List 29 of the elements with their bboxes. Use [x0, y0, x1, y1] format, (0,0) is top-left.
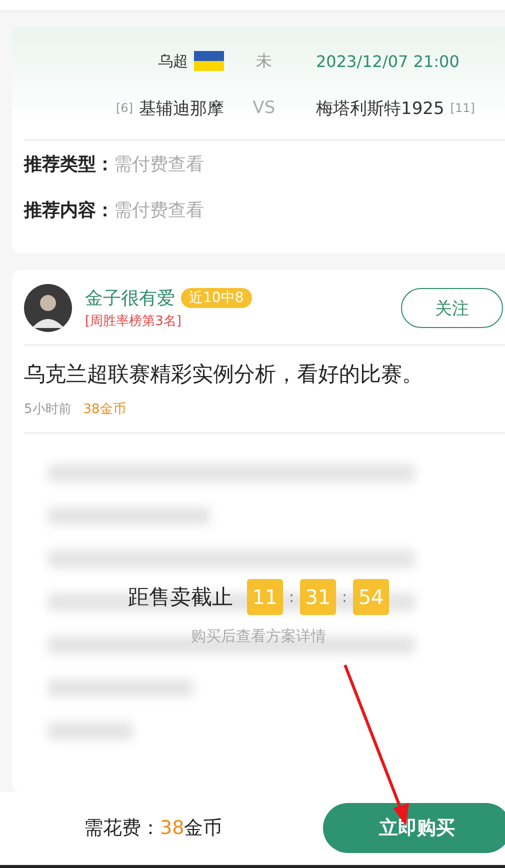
- countdown-digits: 11: [246, 579, 283, 615]
- info-label: 推荐类型：: [24, 153, 114, 176]
- info-value: 需付费查看: [114, 153, 204, 176]
- countdown-digits: 54: [353, 579, 390, 615]
- ranking-title: [周胜率榜第3名]: [85, 313, 182, 330]
- team-name: 基辅迪那摩: [139, 98, 224, 120]
- author-name[interactable]: 金子很有爱: [85, 286, 175, 310]
- post-price: 38金币: [83, 401, 126, 418]
- follow-button[interactable]: 关注: [401, 288, 503, 328]
- post-title: 乌克兰超联赛精彩实例分析，看好的比赛。: [24, 361, 424, 388]
- league-name: 乌超: [158, 52, 188, 70]
- info-value: 需付费查看: [114, 199, 204, 222]
- team-rank: [6]: [116, 101, 133, 115]
- team-rank: [11]: [450, 101, 475, 115]
- purchase-hint: 购买后查看方案详情: [191, 627, 326, 646]
- record-badge: 近10中8: [181, 288, 252, 308]
- info-label: 推荐内容：: [24, 199, 114, 222]
- match-status: 未: [256, 50, 272, 70]
- avatar-icon: [24, 284, 72, 332]
- time-separator: :: [288, 588, 294, 606]
- time-separator: :: [342, 588, 348, 606]
- countdown-label: 距售卖截止: [128, 584, 233, 611]
- team-name: 梅塔利斯特1925: [316, 98, 444, 120]
- cost-text: 需花费：38金币: [84, 816, 222, 841]
- countdown-digits: 31: [300, 579, 336, 615]
- flag-icon: [194, 51, 224, 71]
- post-time: 5小时前: [24, 401, 72, 418]
- match-time: 2023/12/07 21:00: [316, 52, 460, 70]
- vs-label: VS: [252, 98, 276, 118]
